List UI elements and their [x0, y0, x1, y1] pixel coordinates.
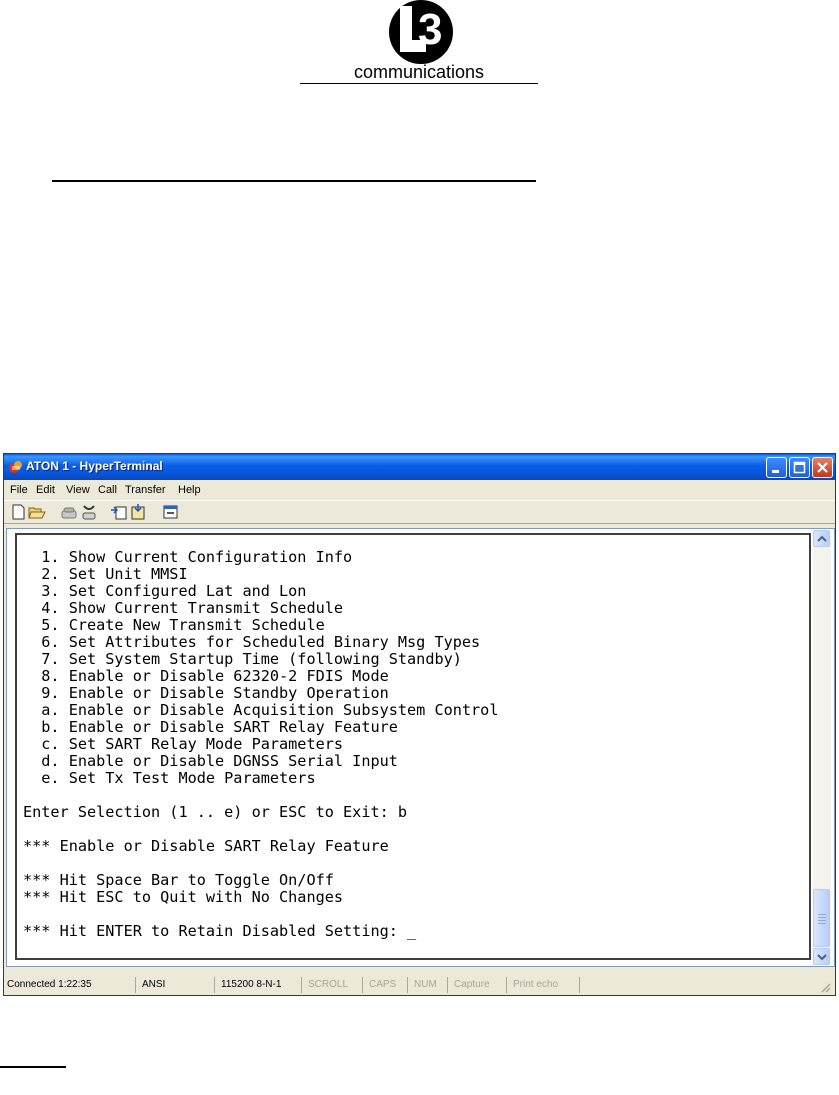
scroll-up-button[interactable] [813, 530, 830, 547]
menu-transfer[interactable]: Transfer [125, 484, 166, 496]
hyperterminal-icon [9, 461, 22, 473]
title-bar[interactable]: ATON 1 - HyperTerminal [4, 454, 835, 480]
terminal-line: *** Hit Space Bar to Toggle On/Off [23, 871, 334, 889]
menu-view[interactable]: View [66, 484, 90, 496]
menu-call[interactable]: Call [98, 484, 117, 496]
status-num: NUM [411, 977, 448, 993]
terminal-output[interactable]: 1. Show Current Configuration Info 2. Se… [23, 549, 498, 940]
terminal-line: 1. Show Current Configuration Info [23, 548, 353, 566]
minimize-icon [772, 470, 779, 473]
minimize-button[interactable] [766, 457, 787, 478]
status-caps: CAPS [366, 977, 408, 993]
status-port: 115200 8-N-1 [218, 977, 302, 993]
vertical-scrollbar[interactable] [813, 530, 831, 965]
heading-rule [52, 180, 536, 182]
menu-edit[interactable]: Edit [36, 484, 55, 496]
menu-help[interactable]: Help [178, 484, 201, 496]
send-icon[interactable] [110, 504, 128, 520]
terminal-line: 6. Set Attributes for Scheduled Binary M… [23, 633, 481, 651]
terminal-line: Enter Selection (1 .. e) or ESC to Exit:… [23, 803, 408, 821]
close-icon [817, 462, 828, 473]
call-icon[interactable] [60, 504, 78, 520]
terminal-line: 8. Enable or Disable 62320-2 FDIS Mode [23, 667, 389, 685]
terminal-line: d. Enable or Disable DGNSS Serial Input [23, 752, 398, 770]
logo-3-glyph: 3 [418, 5, 443, 54]
resize-grip-icon[interactable] [819, 981, 831, 993]
receive-icon[interactable] [130, 504, 148, 520]
terminal-line: *** Hit ENTER to Retain Disabled Setting… [23, 922, 417, 940]
terminal-line: a. Enable or Disable Acquisition Subsyst… [23, 701, 499, 719]
menu-bar: File Edit View Call Transfer Help [4, 481, 835, 499]
status-capture: Capture [451, 977, 507, 993]
footer-rule [0, 1066, 66, 1068]
status-scroll: SCROLL [305, 977, 363, 993]
terminal-line: e. Set Tx Test Mode Parameters [23, 769, 316, 787]
terminal-line: *** Hit ESC to Quit with No Changes [23, 888, 344, 906]
maximize-icon [793, 461, 806, 474]
terminal-line: c. Set SART Relay Mode Parameters [23, 735, 344, 753]
terminal-line: 5. Create New Transmit Schedule [23, 616, 325, 634]
logo-underline [300, 83, 538, 84]
terminal-line: *** Enable or Disable SART Relay Feature [23, 837, 389, 855]
status-bar: Connected 1:22:35 ANSI 115200 8-N-1 SCRO… [4, 975, 835, 995]
terminal-line: 9. Enable or Disable Standby Operation [23, 684, 389, 702]
hyperterminal-window: ATON 1 - HyperTerminal File Edit View Ca… [3, 453, 836, 996]
terminal-line: 4. Show Current Transmit Schedule [23, 599, 344, 617]
status-emulation: ANSI [139, 977, 215, 993]
scroll-down-button[interactable] [813, 948, 830, 965]
status-print-echo: Print echo [510, 977, 580, 993]
terminal-screen[interactable]: 1. Show Current Configuration Info 2. Se… [15, 533, 811, 960]
window-title: ATON 1 - HyperTerminal [26, 459, 163, 473]
terminal-line: 2. Set Unit MMSI [23, 565, 188, 583]
scroll-thumb[interactable] [813, 889, 830, 947]
terminal-line: b. Enable or Disable SART Relay Feature [23, 718, 398, 736]
logo-l-glyph [400, 6, 426, 52]
status-connected: Connected 1:22:35 [4, 977, 136, 993]
open-icon[interactable] [28, 504, 46, 520]
properties-icon[interactable] [162, 504, 180, 520]
toolbar [4, 500, 835, 524]
maximize-button[interactable] [789, 457, 810, 478]
new-icon[interactable] [10, 504, 28, 520]
terminal-line: 3. Set Configured Lat and Lon [23, 582, 307, 600]
terminal-frame: 1. Show Current Configuration Info 2. Se… [6, 528, 835, 967]
logo-text: communications [353, 62, 485, 82]
menu-file[interactable]: File [10, 484, 28, 496]
chevron-up-icon [817, 535, 827, 542]
terminal-line: 7. Set System Startup Time (following St… [23, 650, 462, 668]
disconnect-icon[interactable] [80, 504, 98, 520]
chevron-down-icon [817, 954, 827, 961]
close-button[interactable] [812, 457, 833, 478]
